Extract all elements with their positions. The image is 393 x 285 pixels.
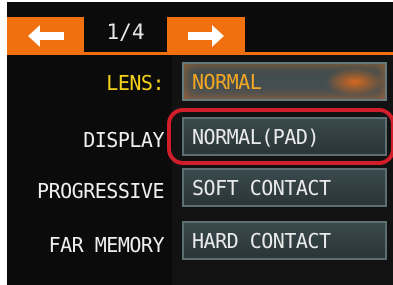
option-list: NORMAL NORMAL(PAD) SOFT CONTACT HARD CON… xyxy=(172,55,393,285)
right-arrow-icon xyxy=(188,24,224,47)
page-indicator: 1/4 xyxy=(84,9,167,54)
option-normal[interactable]: NORMAL xyxy=(182,62,387,101)
progressive-label: PROGRESSIVE xyxy=(37,179,164,203)
highlight-ring xyxy=(167,108,393,165)
left-arrow-icon xyxy=(27,24,64,47)
prev-page-button[interactable] xyxy=(7,17,84,54)
next-page-button[interactable] xyxy=(167,17,245,54)
device-screen: 1/4 LENS: DISPLAY PROGRESSIVE FAR MEMORY… xyxy=(7,2,393,285)
far-memory-label: FAR MEMORY xyxy=(48,233,165,257)
display-label: DISPLAY xyxy=(83,128,164,152)
option-soft-contact[interactable]: SOFT CONTACT xyxy=(182,168,387,207)
option-hard-contact[interactable]: HARD CONTACT xyxy=(182,221,387,260)
setting-labels: LENS: DISPLAY PROGRESSIVE FAR MEMORY xyxy=(7,55,172,285)
lens-label: LENS: xyxy=(106,71,164,95)
tab-bar: 1/4 xyxy=(7,2,393,55)
